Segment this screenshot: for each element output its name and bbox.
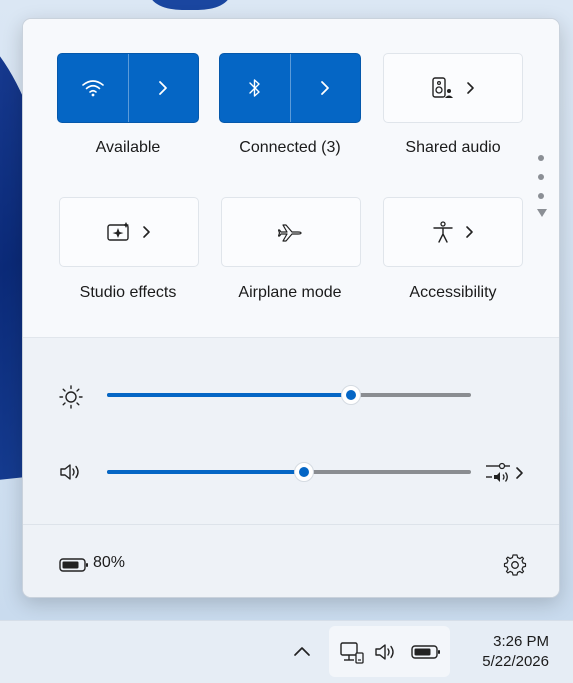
studio-effects-tile-label: Studio effects — [79, 284, 177, 301]
battery-percentage: 80% — [93, 554, 126, 571]
sun-icon — [59, 385, 83, 409]
page-indicator[interactable] — [537, 155, 547, 217]
wifi-icon — [82, 80, 104, 97]
volume-fill — [107, 470, 304, 474]
airplane-mode-tile-label: Airplane mode — [238, 284, 342, 301]
page-dot[interactable] — [538, 155, 544, 161]
chevron-up-icon[interactable] — [293, 645, 311, 657]
clock-time: 3:26 PM — [493, 633, 549, 650]
network-icon — [340, 642, 364, 664]
battery-icon[interactable] — [59, 557, 89, 573]
bluetooth-toggle[interactable] — [220, 54, 290, 122]
accessibility-tile-label: Accessibility — [409, 284, 497, 301]
airplane-mode-tile[interactable] — [221, 197, 361, 267]
wifi-expand[interactable] — [128, 54, 198, 122]
chevron-right-icon — [321, 81, 329, 95]
wallpaper-shape — [150, 0, 230, 10]
wifi-toggle[interactable] — [58, 54, 128, 122]
bluetooth-tile[interactable] — [219, 53, 361, 123]
clock-button[interactable]: 3:26 PM 5/22/2026 — [482, 632, 549, 672]
volume-thumb[interactable] — [294, 462, 314, 482]
chevron-right-icon — [516, 467, 523, 479]
wifi-tile-label: Available — [95, 139, 161, 156]
shared-audio-tile-label: Shared audio — [405, 139, 501, 156]
volume-icon — [375, 644, 394, 660]
accessibility-icon — [433, 221, 453, 243]
brightness-thumb[interactable] — [341, 385, 361, 405]
battery-icon — [411, 645, 440, 659]
audio-mixer-icon — [486, 462, 510, 482]
shared-audio-tile[interactable] — [383, 53, 523, 123]
next-page-arrow-icon[interactable] — [537, 209, 547, 217]
studio-effects-icon — [107, 222, 129, 241]
bluetooth-icon — [249, 79, 260, 97]
page-dot[interactable] — [538, 174, 544, 180]
system-tray-button[interactable] — [329, 626, 450, 677]
sliders-area — [23, 338, 559, 524]
speaker-share-icon — [432, 77, 453, 98]
brightness-slider[interactable] — [107, 385, 471, 405]
quick-settings-panel: Available Connected (3) Shared audio Stu… — [22, 18, 560, 598]
audio-output-button[interactable] — [485, 461, 529, 485]
gear-icon[interactable] — [503, 553, 527, 577]
brightness-fill — [107, 393, 351, 397]
chevron-right-icon — [143, 226, 150, 238]
clock-date: 5/22/2026 — [482, 653, 549, 670]
studio-effects-tile[interactable] — [59, 197, 199, 267]
accessibility-tile[interactable] — [383, 197, 523, 267]
page-dot[interactable] — [538, 193, 544, 199]
speaker-icon[interactable] — [59, 462, 81, 482]
taskbar: 3:26 PM 5/22/2026 — [0, 620, 573, 683]
volume-slider[interactable] — [107, 462, 471, 482]
chevron-right-icon — [466, 226, 473, 238]
wifi-tile[interactable] — [57, 53, 199, 123]
chevron-right-icon — [159, 81, 167, 95]
bluetooth-expand[interactable] — [290, 54, 360, 122]
chevron-right-icon — [467, 82, 474, 94]
bluetooth-tile-label: Connected (3) — [239, 139, 341, 156]
airplane-icon — [278, 224, 302, 242]
